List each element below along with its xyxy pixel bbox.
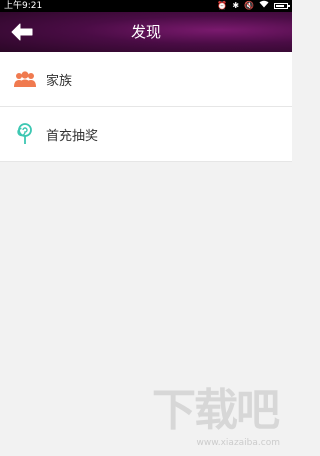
discover-list: 家族 首充抽奖 [0, 52, 292, 162]
alarm-icon: ⏰ [217, 1, 228, 10]
mute-icon: 🔇 [244, 1, 254, 10]
status-time: 上午9:21 [4, 1, 43, 11]
status-icons: ⏰ ✱ 🔇 [217, 0, 290, 12]
list-item-family[interactable]: 家族 [0, 52, 292, 107]
list-item-first-recharge-lottery[interactable]: 首充抽奖 [0, 107, 292, 162]
battery-icon [274, 3, 290, 9]
watermark-url: www.xiazaiba.com [196, 438, 280, 448]
status-bar: 上午9:21 ⏰ ✱ 🔇 [0, 0, 292, 12]
bluetooth-icon: ✱ [232, 1, 240, 10]
header-bar: 发现 [0, 12, 292, 52]
screen: 上午9:21 ⏰ ✱ 🔇 发现 家族 首充抽奖 下载吧 www.xiazaiba… [0, 0, 292, 456]
wifi-icon [259, 0, 269, 12]
list-item-label: 首充抽奖 [46, 128, 99, 144]
watermark-logo: 下载吧 [152, 385, 280, 436]
family-icon [14, 68, 36, 90]
list-item-label: 家族 [46, 73, 73, 89]
page-title: 发现 [130, 23, 161, 41]
watermark: 下载吧 www.xiazaiba.com [152, 385, 282, 449]
lollipop-icon [14, 123, 36, 145]
